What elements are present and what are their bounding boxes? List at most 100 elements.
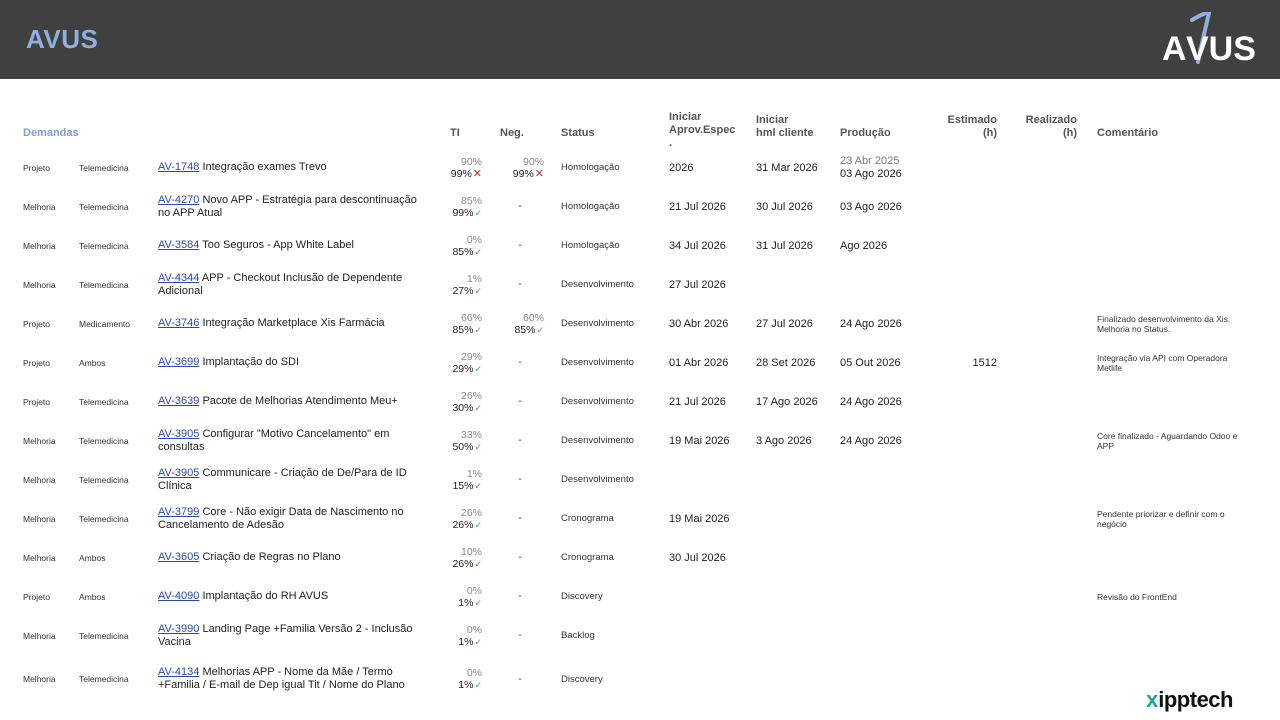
ti-progress: 10% 26%✓	[430, 538, 482, 577]
demand-code-link[interactable]: AV-3905	[158, 467, 199, 479]
status-label: Desenvolvimento	[561, 279, 634, 290]
check-icon: ✓	[474, 324, 482, 335]
row-area: Telemedicina	[79, 674, 129, 684]
demand-code-link[interactable]: AV-3799	[158, 506, 199, 518]
ti-progress: 0% 1%✓	[430, 655, 482, 703]
neg-empty-dash: -	[518, 357, 522, 368]
ti-progress: 0% 1%✓	[430, 577, 482, 616]
row-type: Projeto	[23, 591, 50, 602]
aprov-espec-date: 30 Abr 2026	[669, 317, 729, 330]
table-row: Melhoria Telemedicina AV-4134 Melhorias AP…	[0, 655, 1280, 703]
ti-actual-percent: 27%	[452, 284, 474, 297]
ti-actual-line: 26%✓	[452, 519, 482, 531]
column-header-hml-cliente[interactable]: Iniciar hml cliente	[756, 104, 836, 140]
row-area: Ambos	[79, 552, 106, 563]
ti-planned-percent: 33%	[460, 428, 482, 441]
xipptech-logo: x ipptech	[1146, 687, 1233, 712]
demand-text: AV-3905 Configurar "Motivo Cancelamento"…	[158, 428, 418, 454]
ti-planned-percent: 26%	[460, 506, 482, 519]
neg-empty-dash: -	[518, 591, 522, 602]
row-area: Telemedicina	[79, 201, 129, 212]
neg-empty-dash: -	[518, 396, 522, 407]
demand-code-link[interactable]: AV-3605	[158, 551, 199, 563]
demand-cell: AV-3990 Landing Page +Familia Versão 2 -…	[158, 616, 428, 655]
row-type: Melhoria	[23, 474, 56, 485]
row-type: Projeto	[23, 357, 50, 368]
table-row: Melhoria Telemedicina AV-3905 Configurar "…	[0, 421, 1280, 460]
status-label: Desenvolvimento	[561, 474, 634, 485]
demand-code-link[interactable]: AV-4270	[158, 194, 199, 206]
ti-progress: 0% 1%✓	[430, 616, 482, 655]
row-area: Medicamento	[79, 318, 131, 329]
column-header-producao[interactable]: Produção	[840, 104, 920, 140]
demand-text: AV-3605 Criação de Regras no Plano	[158, 551, 418, 564]
ti-planned-percent: 85%	[460, 194, 482, 207]
demand-code-link[interactable]: AV-4344	[158, 272, 199, 284]
neg-planned-percent: 60%	[522, 311, 544, 324]
row-area: Ambos	[79, 357, 106, 368]
demand-code-link[interactable]: AV-3746	[158, 317, 199, 329]
neg-actual-line: 85%✓	[514, 324, 544, 336]
ti-actual-percent: 85%	[452, 323, 474, 336]
ti-actual-percent: 1%	[458, 635, 474, 648]
demand-code-link[interactable]: AV-3639	[158, 395, 199, 407]
demand-code-link[interactable]: AV-3905	[158, 428, 199, 440]
comment-cell: Revisão do FrontEnd	[1097, 577, 1252, 616]
hml-cliente-date: 17 Ago 2026	[756, 395, 818, 408]
row-type: Projeto	[23, 396, 50, 407]
ti-actual-percent: 99%	[450, 167, 472, 180]
demand-text: AV-3584 Too Seguros - App White Label	[158, 239, 418, 252]
comment-cell: Core finalizado - Aguardando Odoo e APP	[1097, 421, 1252, 460]
demand-text: AV-4344 APP - Checkout Inclusão de Depen…	[158, 272, 418, 298]
column-header-neg[interactable]: Neg.	[500, 104, 540, 140]
ti-planned-percent: 90%	[460, 155, 482, 168]
neg-empty-dash: -	[518, 474, 522, 485]
table-row: Melhoria Telemedicina AV-4344 APP - Checko…	[0, 265, 1280, 304]
check-icon: ✓	[474, 597, 482, 608]
aprov-espec-date: 34 Jul 2026	[669, 239, 726, 252]
demand-title: Criação de Regras no Plano	[199, 551, 341, 563]
status-label: Discovery	[561, 673, 603, 685]
demand-code-link[interactable]: AV-3990	[158, 623, 199, 635]
check-icon: ✓	[474, 519, 482, 530]
table-row: Melhoria Telemedicina AV-3584 Too Seguros …	[0, 226, 1280, 265]
status-label: Backlog	[561, 630, 595, 641]
demand-code-link[interactable]: AV-1748	[158, 161, 199, 173]
table-row: Projeto Telemedicina AV-1748 Integração ex…	[0, 148, 1280, 187]
table-row: Projeto Medicamento AV-3746 Integração Mar…	[0, 304, 1280, 343]
ti-actual-line: 1%✓	[458, 679, 482, 691]
column-header-status[interactable]: Status	[561, 104, 641, 140]
ti-progress: 0% 85%✓	[430, 226, 482, 265]
demand-text: AV-4134 Melhorias APP - Nome da Mãe / Te…	[158, 666, 418, 692]
demand-cell: AV-3699 Implantação do SDI	[158, 343, 428, 382]
svg-text:VUS: VUS	[1186, 30, 1256, 68]
comment-text: Finalizado desenvolvimento da Xis. Melho…	[1097, 313, 1231, 334]
row-type: Melhoria	[23, 674, 56, 684]
check-icon: ✓	[474, 680, 482, 690]
column-header-demandas[interactable]: Demandas	[23, 104, 143, 140]
column-header-realizado[interactable]: Realizado (h)	[1012, 104, 1077, 140]
column-header-comentario[interactable]: Comentário	[1097, 104, 1197, 140]
ti-actual-percent: 85%	[452, 245, 474, 258]
page-header: AVUS A VUS	[0, 0, 1280, 79]
row-area: Telemedicina	[79, 435, 129, 446]
hml-cliente-date: 31 Jul 2026	[756, 239, 813, 252]
column-header-aprov-espec[interactable]: Iniciar Aprov.Espec .	[669, 103, 749, 150]
ti-planned-percent: 66%	[460, 311, 482, 324]
ti-actual-percent: 1%	[458, 679, 474, 691]
demand-cell: AV-3605 Criação de Regras no Plano	[158, 538, 428, 577]
row-type: Projeto	[23, 318, 50, 329]
production-date: 24 Ago 2026	[840, 434, 902, 447]
demand-code-link[interactable]: AV-4134	[158, 666, 199, 678]
status-label: Desenvolvimento	[561, 318, 634, 329]
demand-text: AV-3699 Implantação do SDI	[158, 356, 418, 369]
demand-code-link[interactable]: AV-3584	[158, 239, 199, 251]
demand-code-link[interactable]: AV-3699	[158, 356, 199, 368]
demand-code-link[interactable]: AV-4090	[158, 590, 199, 602]
aprov-espec-date: 30 Jul 2026	[669, 551, 726, 564]
column-header-ti[interactable]: TI	[450, 104, 480, 140]
neg-progress: 60% 85%✓	[492, 304, 544, 343]
neg-actual-percent: 99%	[512, 167, 534, 180]
demand-cell: AV-3584 Too Seguros - App White Label	[158, 226, 428, 265]
column-header-estimado[interactable]: Estimado (h)	[937, 104, 997, 140]
